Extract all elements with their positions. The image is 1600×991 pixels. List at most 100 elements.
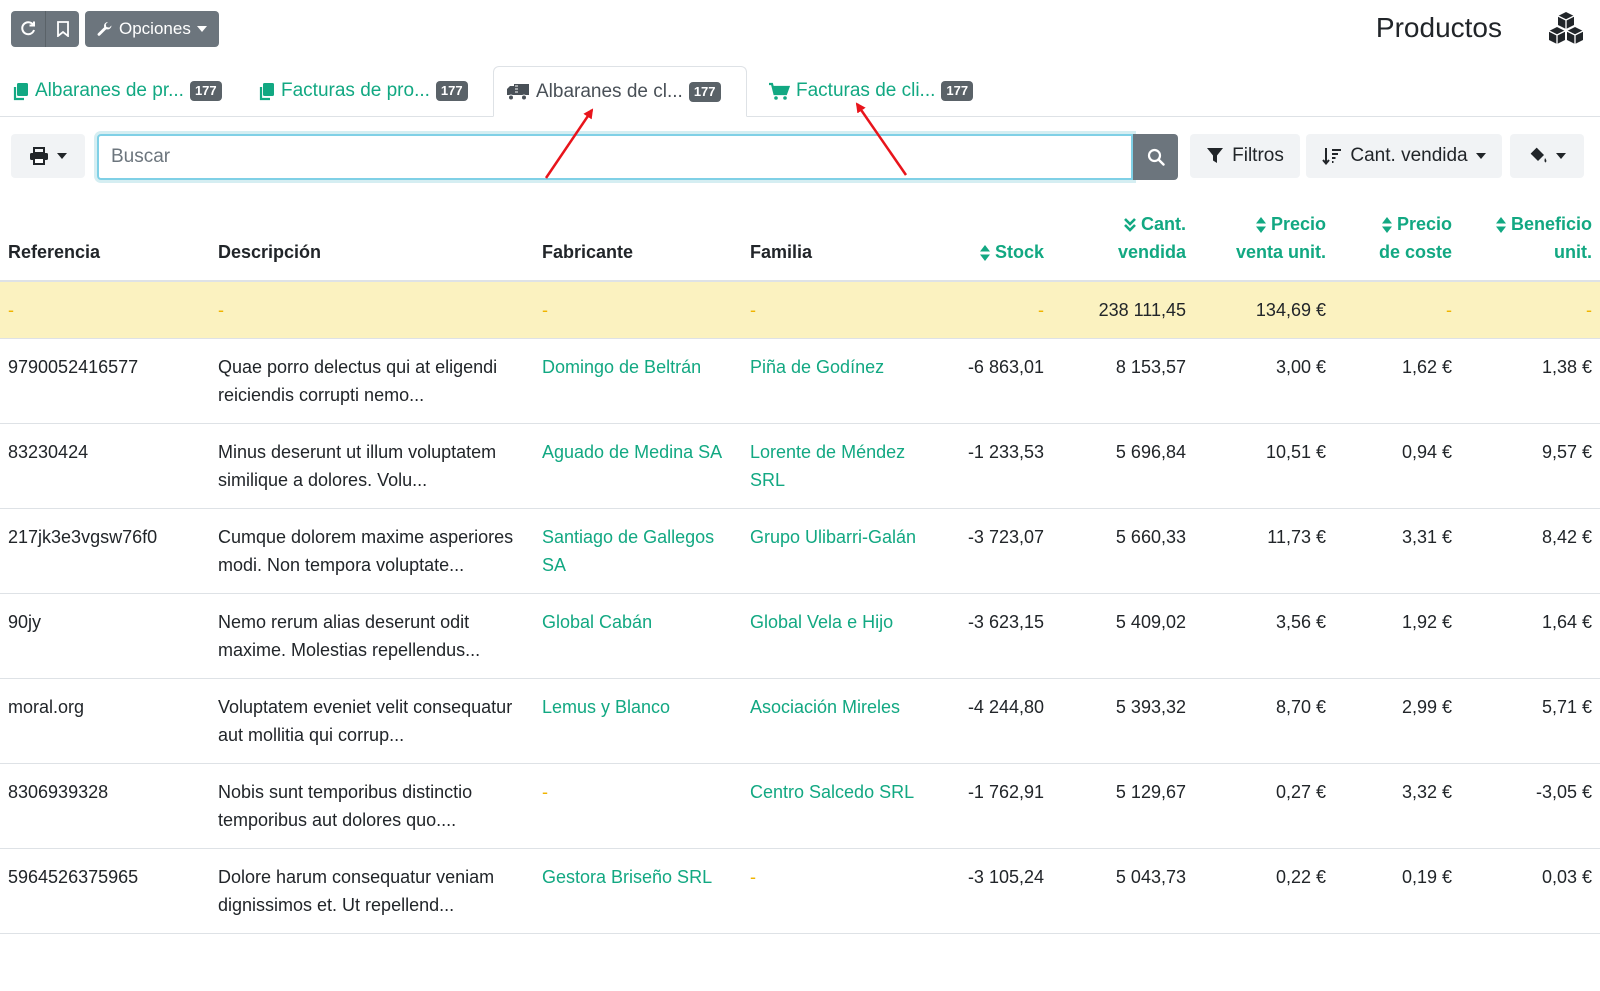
sort-icon [1381,217,1392,234]
filters-label: Filtros [1232,145,1284,166]
cell-family-link[interactable]: Grupo Ulibarri-Galán [742,508,952,594]
double-chevron-down-icon [1124,218,1136,233]
cell-cost-price: 2,99 € [1334,678,1460,764]
cell-cost-price: 1,92 € [1334,593,1460,679]
cell-unit-price: 11,73 € [1194,508,1334,594]
column-header-reference[interactable]: Referencia [0,210,210,282]
filter-icon [1207,148,1224,163]
column-header-unit-profit[interactable]: Beneficio unit. [1460,210,1600,282]
truck-icon [507,83,529,100]
cell-unit-price: 8,70 € [1194,678,1334,764]
bookmark-button[interactable] [45,11,79,47]
cell-description: Dolore harum consequatur veniam dignissi… [210,848,534,934]
cell-reference: 8306939328 [0,763,210,849]
search-icon [1147,148,1165,166]
sort-label: Cant. vendida [1350,145,1468,166]
cell-cost-price: 0,94 € [1334,423,1460,509]
totals-cell: - [1334,281,1460,339]
cell-family-link[interactable]: Asociación Mireles [742,678,952,764]
tab-customer-invoices[interactable]: Facturas de cli... 177 [756,66,985,116]
tab-supplier-invoices[interactable]: Facturas de pro... 177 [246,66,480,116]
wrench-icon [97,22,112,36]
cell-description: Minus deserunt ut illum voluptatem simil… [210,423,534,509]
cell-unit-profit: 1,38 € [1460,338,1600,424]
cell-cost-price: 0,19 € [1334,848,1460,934]
table-row[interactable]: 8306939328 Nobis sunt temporibus distinc… [0,763,1600,849]
totals-cell: - [210,281,534,339]
print-dropdown-button[interactable] [11,134,85,178]
copy-icon [13,82,28,100]
table-row[interactable]: 90jy Nemo rerum alias deserunt odit maxi… [0,593,1600,679]
cell-qty-sold: 5 043,73 [1052,848,1194,934]
cell-stock: -4 244,80 [952,678,1052,764]
cell-unit-profit: 0,03 € [1460,848,1600,934]
print-icon [30,147,48,165]
cell-cost-price: 3,31 € [1334,508,1460,594]
cell-reference: 9790052416577 [0,338,210,424]
table-row[interactable]: 217jk3e3vgsw76f0 Cumque dolorem maxime a… [0,508,1600,594]
color-dropdown-button[interactable] [1510,134,1584,178]
refresh-icon [21,21,35,36]
caret-down-icon [1556,153,1566,159]
shopping-cart-icon [769,82,790,100]
copy-icon [259,82,274,100]
tab-label: Albaranes de cl... [536,80,683,102]
cell-cost-price: 1,62 € [1334,338,1460,424]
column-header-stock[interactable]: Stock [952,210,1052,282]
totals-unit-price: 134,69 € [1194,281,1334,339]
cell-manufacturer-empty: - [534,763,742,849]
refresh-button[interactable] [11,11,45,47]
cell-manufacturer-link[interactable]: Santiago de Gallegos SA [534,508,742,594]
totals-cell: - [742,281,952,339]
cell-reference: moral.org [0,678,210,764]
column-header-family[interactable]: Familia [742,210,952,282]
cell-unit-price: 3,00 € [1194,338,1334,424]
cell-manufacturer-link[interactable]: Domingo de Beltrán [534,338,742,424]
page-title: Productos [1375,12,1502,43]
totals-cell: - [0,281,210,339]
column-header-description[interactable]: Descripción [210,210,534,282]
table-row[interactable]: 9790052416577 Quae porro delectus qui at… [0,338,1600,424]
sort-icon [1495,217,1506,234]
tab-supplier-delivery-notes[interactable]: Albaranes de pr... 177 [0,66,234,116]
table-row[interactable]: moral.org Voluptatem eveniet velit conse… [0,678,1600,764]
sort-icon [979,245,990,262]
search-input[interactable] [97,134,1133,180]
cell-family-link[interactable]: Centro Salcedo SRL [742,763,952,849]
cell-manufacturer-link[interactable]: Gestora Briseño SRL [534,848,742,934]
column-header-cost-price[interactable]: Precio de coste [1334,210,1460,282]
cell-qty-sold: 5 129,67 [1052,763,1194,849]
cell-manufacturer-link[interactable]: Global Cabán [534,593,742,679]
cell-manufacturer-link[interactable]: Lemus y Blanco [534,678,742,764]
cell-stock: -1 762,91 [952,763,1052,849]
options-dropdown-button[interactable]: Opciones [85,11,219,47]
cell-family-link[interactable]: Piña de Godínez [742,338,952,424]
sort-dropdown-button[interactable]: Cant. vendida [1306,134,1502,178]
totals-cell: - [534,281,742,339]
column-header-manufacturer[interactable]: Fabricante [534,210,742,282]
cell-stock: -3 105,24 [952,848,1052,934]
cell-unit-profit: 5,71 € [1460,678,1600,764]
column-header-qty-sold[interactable]: Cant. vendida [1052,210,1194,282]
tab-customer-delivery-notes[interactable]: Albaranes de cl... 177 [493,66,747,117]
search-button[interactable] [1133,134,1178,180]
table-row[interactable]: 5964526375965 Dolore harum consequatur v… [0,848,1600,934]
cell-cost-price: 3,32 € [1334,763,1460,849]
paint-bucket-icon [1530,147,1547,163]
cell-qty-sold: 5 409,02 [1052,593,1194,679]
cell-family-link[interactable]: Lorente de Méndez SRL [742,423,952,509]
cell-unit-price: 3,56 € [1194,593,1334,679]
column-header-unit-sale-price[interactable]: Precio venta unit. [1194,210,1334,282]
top-toolbar: Opciones [11,11,219,47]
table-row[interactable]: 83230424 Minus deserunt ut illum volupta… [0,423,1600,509]
cell-qty-sold: 5 696,84 [1052,423,1194,509]
cubes-icon [1548,12,1584,44]
filters-button[interactable]: Filtros [1190,134,1300,178]
options-label: Opciones [119,19,191,38]
quick-actions-group [11,11,79,47]
bookmark-icon [56,21,69,37]
cell-family-link[interactable]: Global Vela e Hijo [742,593,952,679]
caret-down-icon [57,153,67,159]
cell-description: Quae porro delectus qui at eligendi reic… [210,338,534,424]
cell-manufacturer-link[interactable]: Aguado de Medina SA [534,423,742,509]
